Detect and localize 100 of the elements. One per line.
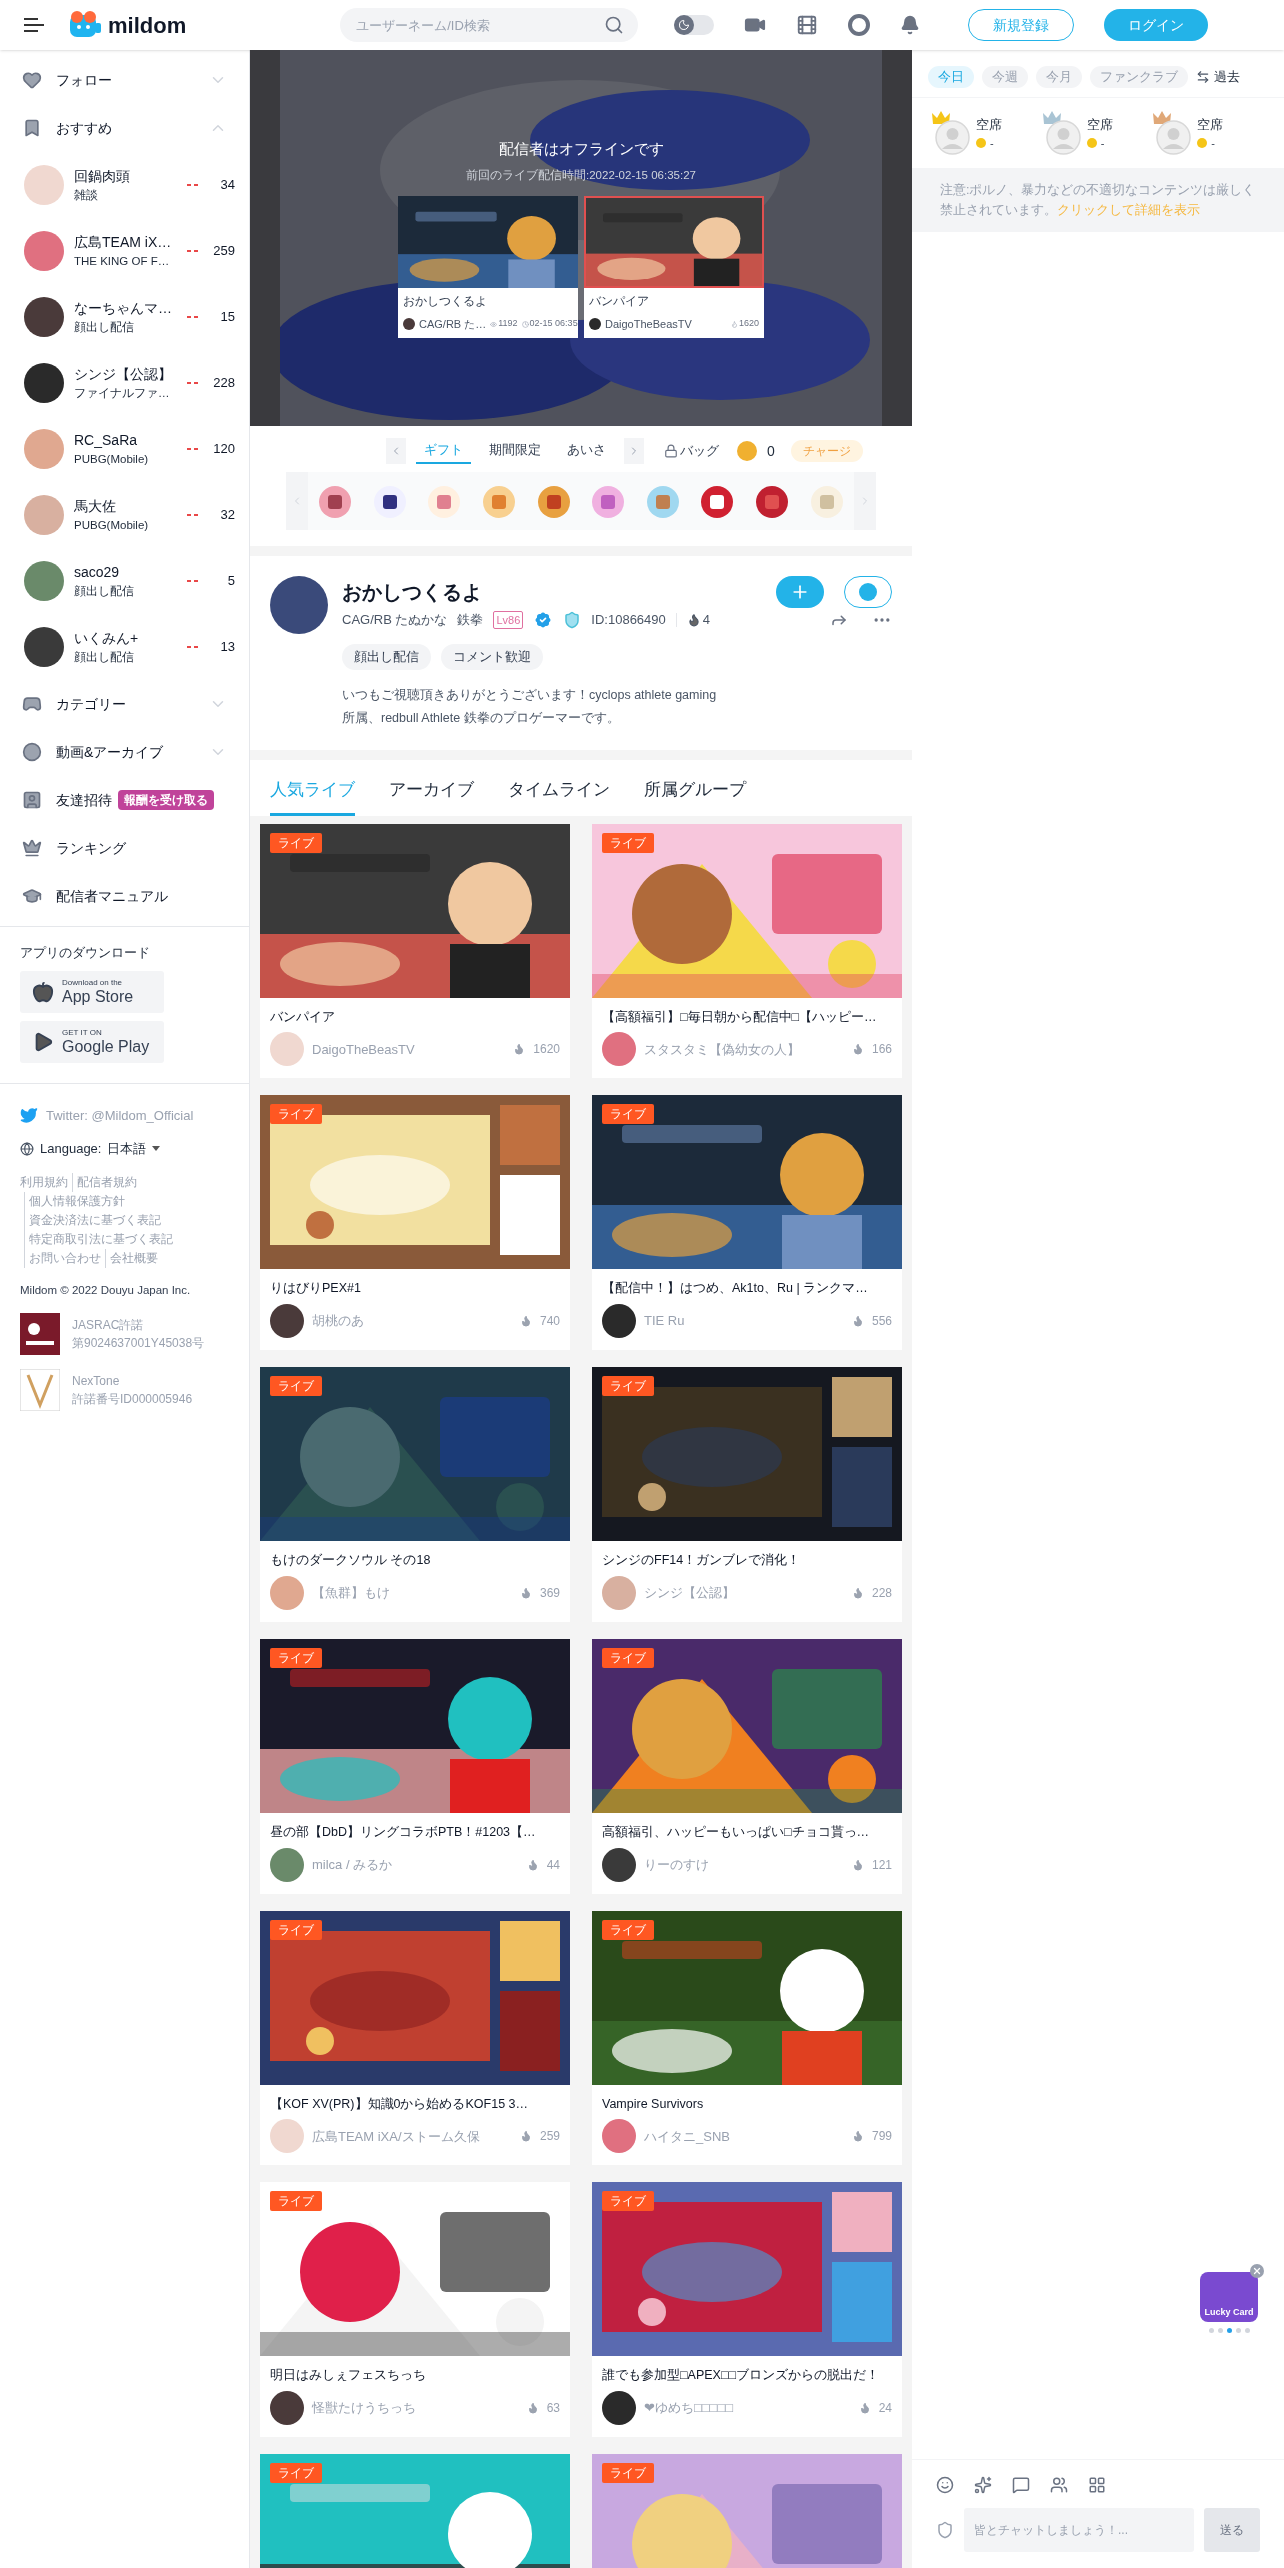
stream-card[interactable]: ライブ 誰でも参加型□APEX□□ブロンズからの脱出だ！ ❤ゆめち□□□□□ 24 — [592, 2182, 902, 2437]
chat-input[interactable]: 皆とチャットしましょう！... — [964, 2508, 1194, 2552]
store-button[interactable]: GET IT ON Google Play — [20, 1020, 164, 1063]
stream-card[interactable]: ライブ もけのダークソウル その18 【魚群】もけ 369 — [260, 1367, 570, 1622]
store-button[interactable]: Download on the App Store — [20, 970, 164, 1013]
live-badge: ライブ — [270, 1104, 322, 1125]
gift-tab[interactable]: 期間限定 — [481, 438, 549, 464]
channel-item[interactable]: 広島TEAM iX… THE KING OF F… 259 — [0, 218, 249, 284]
game-name: 鉄拳 — [457, 611, 484, 630]
channel-name: いくみん+ — [74, 629, 140, 648]
sidebar-link[interactable]: ランキング — [0, 824, 249, 872]
stream-card[interactable]: ライブ 【配信中！】はつめ、Ak1to、Ru | ランクマ… TIE Ru 556 — [592, 1095, 902, 1350]
license-logo — [20, 1368, 60, 1411]
sidebar-section[interactable]: フォロー — [0, 56, 249, 104]
live-badge: ライブ — [270, 2191, 322, 2212]
viewer-count: 5 — [226, 572, 235, 591]
live-indicator-icon — [187, 249, 199, 253]
viewer-count: 15 — [219, 308, 235, 327]
flame-icon — [851, 1586, 864, 1599]
badge-icon — [859, 583, 877, 601]
channel-item[interactable]: シンジ【公認】 ファイナルファ… 228 — [0, 350, 249, 416]
reward-badge[interactable]: 報酬を受け取る — [118, 790, 214, 810]
sidebar-link[interactable]: 配信者マニュアル — [0, 872, 249, 920]
stream-card[interactable]: ライブ 【高額福引】□毎日朝から配信中□【ハッピー… スタスタミ【偽幼女の人】 166 — [592, 823, 902, 1079]
menu-icon[interactable] — [24, 18, 44, 32]
heat-count: 259 — [539, 2128, 560, 2146]
close-icon[interactable] — [1250, 2264, 1264, 2278]
flame-icon — [513, 1043, 526, 1056]
channel-item[interactable]: saco29 顔出し配信 5 — [0, 548, 249, 614]
avatar — [24, 627, 64, 667]
content-tab[interactable]: タイムライン — [508, 777, 610, 816]
bag-button[interactable]: バッグ — [680, 441, 719, 461]
heat-count: 166 — [871, 1041, 892, 1059]
live-badge: ライブ — [270, 832, 322, 853]
effects-icon[interactable] — [974, 2476, 992, 2494]
viewer-count: 259 — [212, 242, 235, 261]
stream-card[interactable]: ライブ りはびりPEX#1 胡桃のあ 740 — [260, 1095, 570, 1350]
avatar — [602, 1032, 636, 1067]
dark-mode-toggle[interactable] — [674, 15, 715, 35]
live-indicator-icon — [187, 381, 199, 385]
past-ranking-link[interactable]: 過去 — [1214, 66, 1240, 87]
channel-category: ファイナルファ… — [74, 386, 171, 401]
stream-card[interactable]: ライブ 昼の部【DbD】リングコラボPTB！#1203【… milca / みるか 44 — [260, 1638, 570, 1894]
channel-name: 馬大佐 — [74, 497, 117, 516]
streamer-name: DaigoTheBeasTV — [312, 1040, 416, 1059]
avatar — [24, 165, 64, 205]
sidebar-section[interactable]: おすすめ — [0, 104, 249, 152]
stream-card[interactable]: ライブ Vampire Survivors ハイタニ_SNB 799 — [592, 1910, 902, 2166]
avatar-placeholder-icon — [935, 120, 970, 155]
channel-name: なーちゃんマ… — [74, 299, 173, 318]
live-indicator-icon — [187, 579, 199, 583]
nav-icon — [22, 886, 42, 906]
gift-tab[interactable]: あいさ — [559, 438, 614, 464]
emoji-icon[interactable] — [936, 2476, 954, 2494]
notification-icon[interactable] — [900, 15, 921, 35]
streamer-name: シンジ【公認】 — [644, 1584, 736, 1602]
content-tab[interactable]: 所属グループ — [644, 777, 746, 816]
avatar — [24, 495, 64, 535]
message-icon[interactable] — [1012, 2476, 1030, 2494]
streamer-name: スタスタミ【偽幼女の人】 — [644, 1040, 801, 1059]
content-tab[interactable]: アーカイブ — [389, 777, 474, 816]
language-select[interactable]: 日本語 — [107, 1139, 147, 1159]
channel-item[interactable]: 回鍋肉頭 雑談 34 — [0, 152, 249, 218]
channel-item[interactable]: なーちゃんマ… 顔出し配信 15 — [0, 284, 249, 350]
search-field[interactable]: ユーザーネーム/ID検索 — [340, 8, 639, 42]
sidebar-section[interactable]: カテゴリー — [0, 680, 249, 728]
heat-count: 63 — [546, 2400, 560, 2417]
film-icon[interactable] — [796, 14, 819, 36]
stream-card[interactable]: ライブ 【KOF XV(PR)】知識0から始めるKOF15 3… 広島TEAM iXA/ストーム久保 259 — [260, 1910, 570, 2166]
seat-name: 空席 — [1197, 116, 1224, 134]
stream-title: 【KOF XV(PR)】知識0から始めるKOF15 3… — [270, 2095, 529, 2113]
stream-title: 【配信中！】はつめ、Ak1to、Ru | ランクマ… — [602, 1280, 869, 1298]
tag[interactable]: コメント歓迎 — [441, 644, 543, 670]
heat-count: 556 — [871, 1313, 892, 1330]
live-badge: ライブ — [602, 1376, 654, 1396]
stream-card[interactable]: ライブ 高額福引、ハッピーもいっぱい□チョコ貰っ… りーのすけ 121 — [592, 1638, 902, 1894]
sidebar-section[interactable]: 動画&アーカイブ — [0, 728, 249, 776]
stream-title: 誰でも参加型□APEX□□ブロンズからの脱出だ！ — [602, 2367, 880, 2385]
tag[interactable]: 顔出し配信 — [342, 644, 431, 670]
channel-item[interactable]: いくみん+ 顔出し配信 13 — [0, 614, 249, 680]
viewer-count: 34 — [219, 176, 235, 195]
stream-title: 明日はみしぇフェスちっち — [270, 2367, 427, 2385]
stream-card[interactable]: ライブ シンジのFF14！ガンブレで消化！ シンジ【公認】 228 — [592, 1367, 902, 1622]
avatar — [270, 2391, 304, 2425]
sidebar-link[interactable]: 友達招待 報酬を受け取る — [0, 776, 249, 824]
grid-icon[interactable] — [1088, 2476, 1106, 2494]
users-icon[interactable] — [1050, 2476, 1068, 2494]
channel-item[interactable]: RC_SaRa PUBG(Mobile) 120 — [0, 416, 249, 482]
channel-item[interactable]: 馬大佐 PUBG(Mobile) 32 — [0, 482, 249, 548]
channel-category: THE KING OF F… — [74, 254, 171, 269]
lucky-card-widget[interactable]: Lucky Card — [1200, 2272, 1258, 2322]
seat-name: 空席 — [1086, 116, 1113, 134]
g-coin-icon[interactable] — [848, 14, 871, 36]
stream-card[interactable]: ライブ バンパイア DaigoTheBeasTV 1620 — [260, 823, 570, 1079]
avatar — [602, 2119, 636, 2154]
swap-icon — [1196, 69, 1210, 84]
search-icon[interactable] — [604, 15, 625, 35]
nav-icon — [22, 118, 42, 138]
fan-count: 4 — [702, 611, 710, 630]
channel-category: 顔出し配信 — [74, 650, 135, 665]
